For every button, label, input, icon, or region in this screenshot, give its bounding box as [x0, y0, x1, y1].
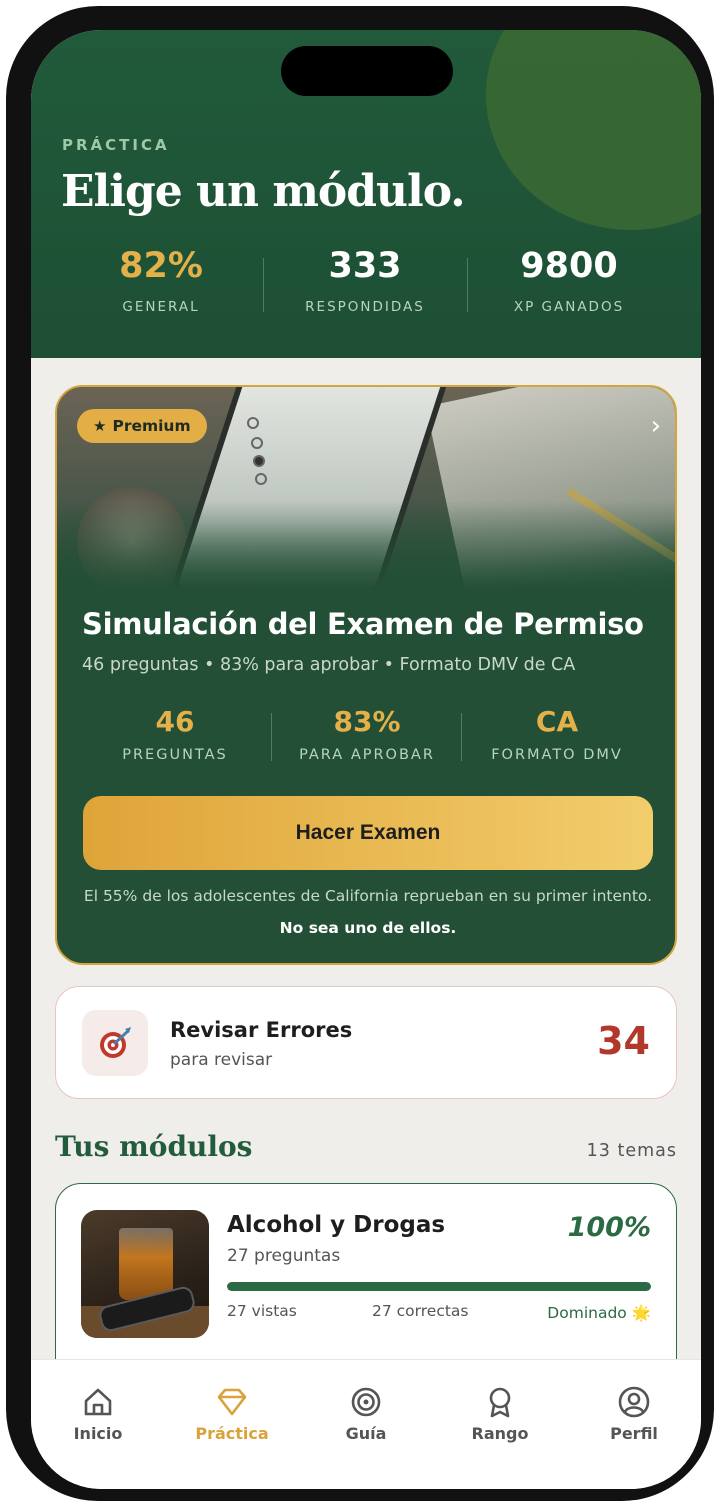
review-count: 34: [597, 1019, 650, 1063]
tab-practica[interactable]: Práctica: [165, 1360, 299, 1489]
phone-frame: PRÁCTICA Elige un módulo. 82% GENERAL 33…: [6, 6, 714, 1501]
stat-label: XP GANADOS: [513, 299, 625, 315]
header-decoration: [486, 30, 701, 230]
module-subtitle: 27 preguntas: [227, 1246, 341, 1266]
dynamic-island: [281, 46, 453, 96]
stat-value: 333: [328, 246, 402, 286]
exam-stat-label: PARA APROBAR: [299, 747, 435, 763]
page-title: Elige un módulo.: [61, 166, 466, 217]
hero-fade: [57, 501, 675, 591]
tab-inicio[interactable]: Inicio: [31, 1360, 165, 1489]
diamond-icon: [217, 1388, 247, 1416]
module-views: 27 vistas: [227, 1302, 297, 1320]
modules-title: Tus módulos: [55, 1130, 253, 1163]
exam-title: Simulación del Examen de Permiso: [82, 607, 644, 641]
stat-label: GENERAL: [122, 299, 200, 315]
tab-guia[interactable]: Guía: [299, 1360, 433, 1489]
home-icon: [84, 1388, 112, 1416]
review-title: Revisar Errores: [170, 1018, 353, 1042]
module-status: Dominado 🌟: [547, 1304, 651, 1322]
radio-dot: [247, 417, 259, 429]
take-exam-button[interactable]: Hacer Examen: [83, 796, 653, 870]
exam-stat-label: PREGUNTAS: [122, 747, 228, 763]
exam-note-bold: No sea uno de ellos.: [279, 919, 457, 937]
tab-label: Guía: [345, 1424, 387, 1443]
premium-badge: ★ Premium: [77, 409, 207, 443]
module-progress-bar: [227, 1282, 651, 1291]
exam-stat-pass: 83% PARA APROBAR: [272, 705, 462, 763]
radio-dot: [255, 473, 267, 485]
module-progress-fill: [227, 1282, 651, 1291]
app-screen: PRÁCTICA Elige un módulo. 82% GENERAL 33…: [31, 30, 701, 1489]
module-thumbnail: [81, 1210, 209, 1338]
hero-image: ★ Premium ›: [57, 387, 675, 591]
bottom-tab-bar: Inicio Práctica Guía Rango Perfil: [31, 1359, 701, 1489]
star-icon: ★: [93, 417, 107, 435]
tab-rango[interactable]: Rango: [433, 1360, 567, 1489]
exam-subtitle: 46 preguntas • 83% para aprobar • Format…: [82, 655, 576, 675]
award-icon: [489, 1387, 511, 1418]
exam-note: El 55% de los adolescentes de California…: [83, 887, 653, 905]
header-stats: 82% GENERAL 333 RESPONDIDAS 9800 XP GANA…: [31, 246, 701, 326]
modules-count: 13 temas: [586, 1141, 677, 1161]
exam-stat-questions: 46 PREGUNTAS: [80, 705, 270, 763]
target-dart-icon: [82, 1010, 148, 1076]
practice-header: PRÁCTICA Elige un módulo. 82% GENERAL 33…: [31, 30, 701, 358]
chevron-right-icon[interactable]: ›: [651, 411, 661, 441]
target-icon: [351, 1387, 381, 1417]
premium-badge-label: Premium: [112, 417, 191, 435]
review-errors-card[interactable]: Revisar Errores para revisar 34: [55, 986, 677, 1099]
exam-stat-value: CA: [535, 705, 579, 738]
radio-dot: [253, 455, 265, 467]
stat-xp: 9800 XP GANADOS: [467, 246, 671, 326]
radio-dot: [251, 437, 263, 449]
module-title: Alcohol y Drogas: [227, 1212, 446, 1238]
exam-stats: 46 PREGUNTAS 83% PARA APROBAR CA FORMATO…: [57, 705, 675, 775]
stat-divider: [263, 258, 264, 312]
page-eyebrow: PRÁCTICA: [62, 136, 170, 154]
review-subtitle: para revisar: [170, 1050, 273, 1070]
tab-perfil[interactable]: Perfil: [567, 1360, 701, 1489]
stat-value: 82%: [119, 246, 203, 286]
exam-stat-value: 46: [155, 705, 195, 738]
module-correct: 27 correctas: [372, 1302, 469, 1320]
stat-value: 9800: [520, 246, 618, 286]
stat-label: RESPONDIDAS: [305, 299, 425, 315]
premium-exam-card[interactable]: ★ Premium › Simulación del Examen de Per…: [55, 385, 677, 965]
exam-stat-format: CA FORMATO DMV: [462, 705, 652, 763]
module-percent: 100%: [567, 1212, 651, 1243]
user-icon: [618, 1386, 650, 1418]
exam-stat-value: 83%: [333, 705, 401, 738]
tab-label: Práctica: [195, 1424, 269, 1443]
tab-label: Rango: [471, 1424, 529, 1443]
stat-divider: [467, 258, 468, 312]
exam-stat-label: FORMATO DMV: [491, 747, 623, 763]
tab-label: Perfil: [610, 1424, 658, 1443]
whiskey-glass-image: [119, 1228, 173, 1300]
tab-label: Inicio: [73, 1424, 123, 1443]
stat-general: 82% GENERAL: [59, 246, 263, 326]
stat-answered: 333 RESPONDIDAS: [263, 246, 467, 326]
